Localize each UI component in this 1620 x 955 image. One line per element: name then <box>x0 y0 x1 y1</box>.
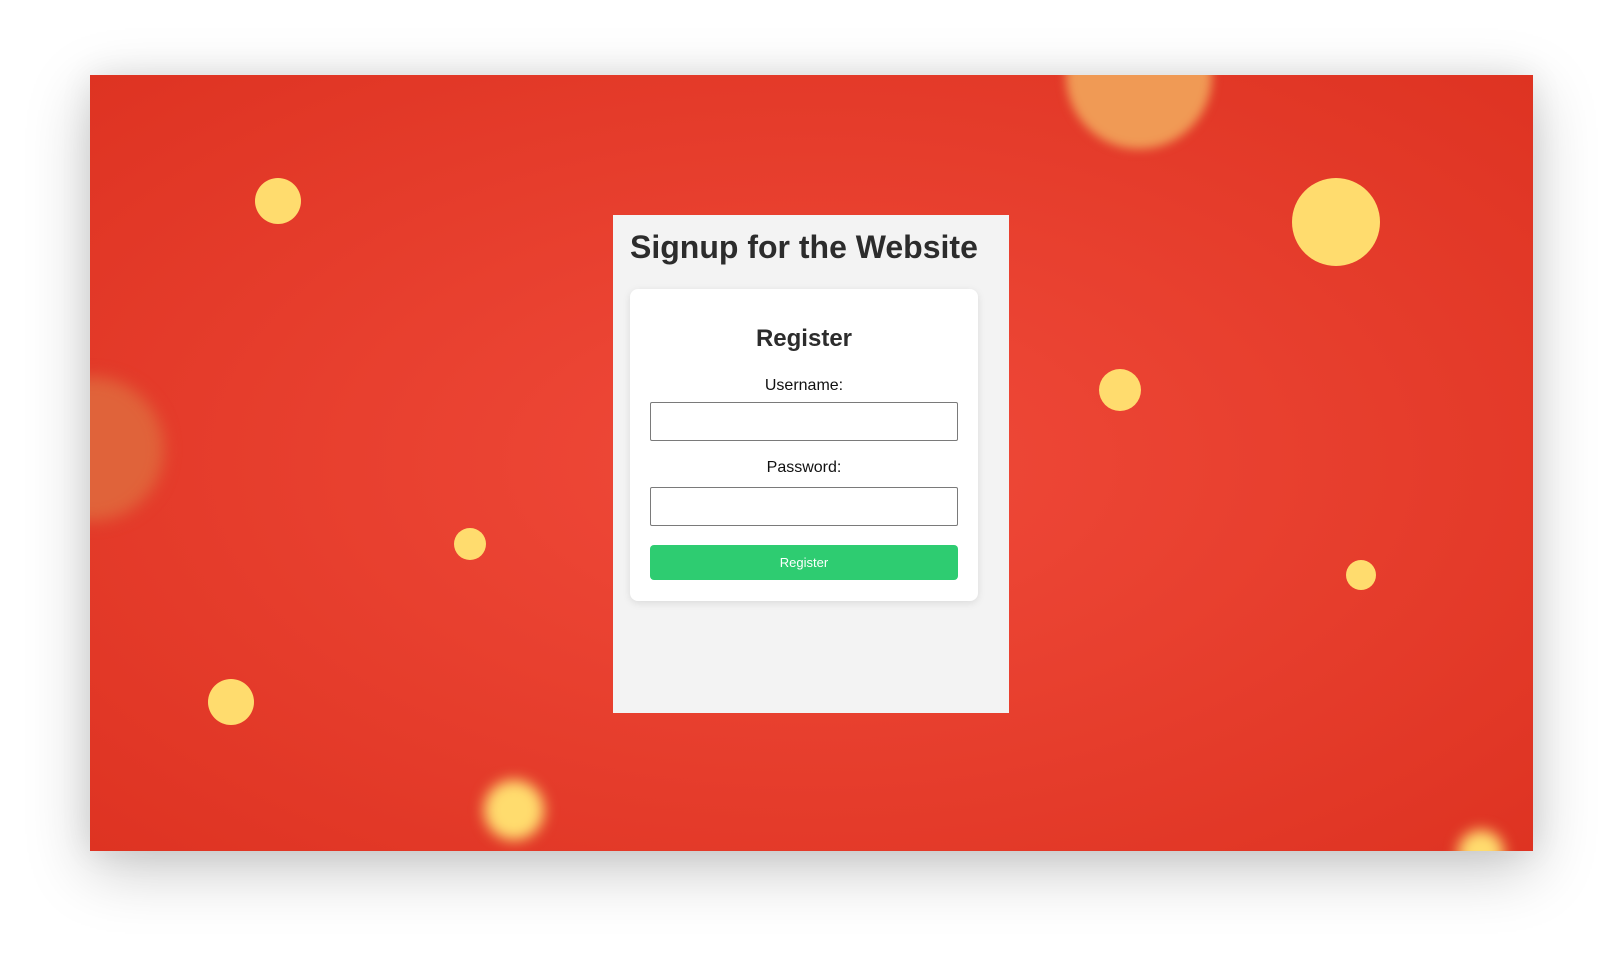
decorative-dot <box>1099 369 1141 411</box>
signup-panel: Signup for the Website Register Username… <box>613 215 1009 713</box>
username-input[interactable] <box>650 402 958 441</box>
decorative-dot <box>484 780 544 840</box>
decorative-dot <box>454 528 486 560</box>
password-input[interactable] <box>650 487 958 526</box>
decorative-dot <box>1066 75 1212 149</box>
decorative-dot <box>208 679 254 725</box>
app-window: Signup for the Website Register Username… <box>90 75 1533 851</box>
register-form: Register Username: Password: Register <box>630 289 978 601</box>
form-heading: Register <box>755 325 853 352</box>
password-label: Password: <box>766 459 842 476</box>
register-button[interactable]: Register <box>650 545 958 580</box>
decorative-dot <box>255 178 301 224</box>
username-label: Username: <box>764 377 844 394</box>
decorative-dot <box>90 377 164 521</box>
decorative-dot <box>1458 830 1504 851</box>
decorative-dot <box>1346 560 1376 590</box>
page-title: Signup for the Website <box>630 229 978 265</box>
decorative-dot <box>1292 178 1380 266</box>
